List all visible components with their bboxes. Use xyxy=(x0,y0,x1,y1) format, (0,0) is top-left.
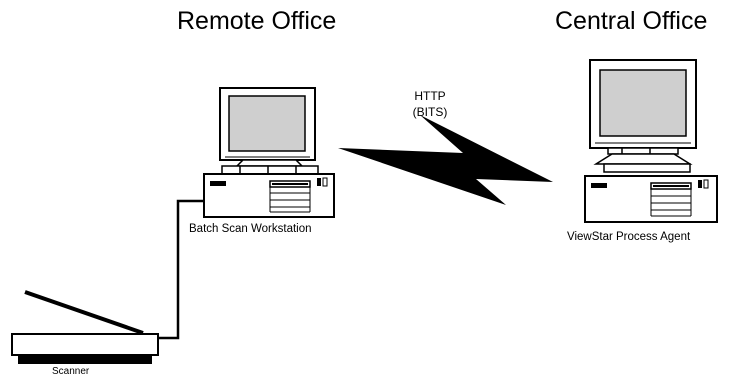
protocol-line-http: HTTP xyxy=(414,89,446,103)
workstation-label: Batch Scan Workstation xyxy=(189,223,312,235)
scanner-icon xyxy=(11,290,159,364)
network-diagram xyxy=(11,59,718,364)
protocol-label: HTTP (BITS) xyxy=(398,88,462,120)
scanner-label: Scanner xyxy=(52,366,90,377)
agent-label: ViewStar Process Agent xyxy=(567,231,691,243)
protocol-line-bits: (BITS) xyxy=(412,105,448,119)
lightning-bolt-icon xyxy=(338,115,553,205)
workstation-computer-icon xyxy=(203,87,335,218)
agent-computer-icon xyxy=(584,59,718,223)
central-office-heading: Central Office xyxy=(555,7,708,35)
remote-office-heading: Remote Office xyxy=(177,7,337,35)
scanner-cable xyxy=(158,199,205,340)
